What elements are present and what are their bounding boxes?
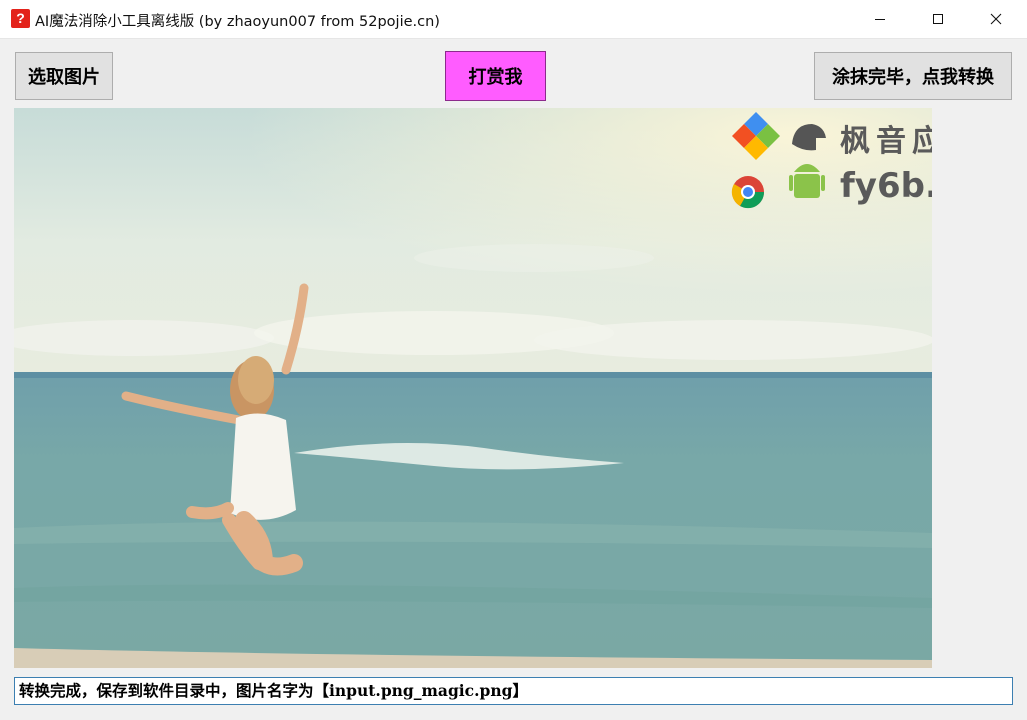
convert-button[interactable]: 涂抹完毕，点我转换 (814, 52, 1012, 100)
app-icon: ? (11, 9, 30, 28)
image-canvas[interactable]: 枫音应用 fy6b.com (14, 108, 932, 668)
title-bar: ? AI魔法消除小工具离线版 (by zhaoyun007 from 52poj… (0, 0, 1027, 39)
close-button[interactable] (967, 0, 1025, 38)
window-title: AI魔法消除小工具离线版 (by zhaoyun007 from 52pojie… (35, 14, 440, 30)
watermark-text-cn: 枫音应用 (840, 124, 932, 159)
watermark-logo-icon (731, 112, 780, 209)
watermark-text-site: fy6b.com (840, 166, 932, 206)
close-icon (990, 13, 1002, 25)
watermark-android-icon (789, 124, 826, 198)
minimize-icon (875, 19, 885, 20)
maximize-icon (933, 14, 943, 24)
watermark: 枫音应用 fy6b.com (730, 112, 932, 212)
reward-button[interactable]: 打赏我 (445, 51, 546, 101)
status-field[interactable]: 转换完成，保存到软件目录中，图片名字为【input.png_magic.png】 (14, 677, 1013, 705)
select-image-button[interactable]: 选取图片 (15, 52, 113, 100)
minimize-button[interactable] (851, 0, 909, 38)
maximize-button[interactable] (909, 0, 967, 38)
